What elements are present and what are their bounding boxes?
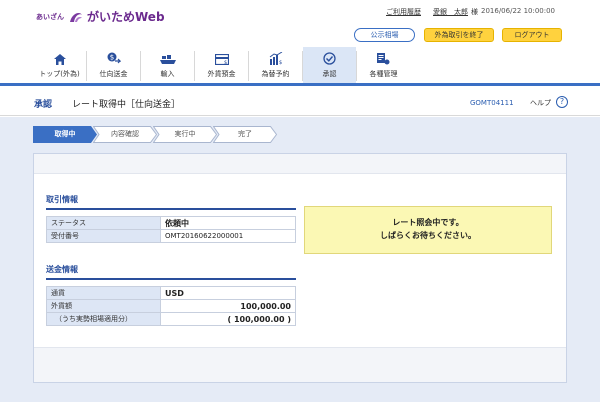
svg-text:$: $ — [279, 60, 282, 65]
management-icon — [357, 47, 410, 65]
remittance-icon: $ — [87, 47, 140, 65]
global-nav: トップ(外為) $ 仕向送金 輸入 $ 外貨預金 $ 為替予約 承認 各種管理 — [0, 47, 600, 86]
market-rate-portion-label: （うち実勢相場適用分） — [46, 312, 161, 326]
remit-info-heading: 送金情報 — [46, 264, 296, 280]
market-rate-portion-value: ( 100,000.00 ) — [160, 312, 296, 326]
progress-steps: 取得中 内容確認 実行中 完了 — [33, 126, 277, 143]
bank-logo[interactable]: あいざん がいためWeb — [36, 8, 165, 25]
logout-button[interactable]: ログアウト — [502, 28, 562, 42]
user-name-link[interactable]: 愛銀 太郎 — [433, 7, 468, 17]
remit-info-table: 通貨 USD 外貨額 100,000.00 （うち実勢相場適用分） ( 100,… — [46, 286, 296, 326]
panel-top-bar — [34, 154, 566, 174]
nav-item-import[interactable]: 輸入 — [141, 47, 194, 83]
svg-text:$: $ — [224, 60, 227, 65]
status-value: 依頼中 — [160, 216, 296, 230]
nav-item-label: 承認 — [322, 70, 337, 78]
nav-item-remittance[interactable]: $ 仕向送金 — [87, 47, 140, 83]
notice-line: レート照会中です。 — [392, 218, 464, 227]
trade-info-heading: 取引情報 — [46, 194, 296, 210]
nav-item-management[interactable]: 各種管理 — [357, 47, 410, 83]
step-executing: 実行中 — [153, 126, 217, 143]
currency-value: USD — [160, 286, 296, 300]
amount-label: 外貨額 — [46, 299, 161, 313]
nav-item-label: 輸入 — [160, 70, 175, 78]
step-label: 完了 — [238, 130, 252, 138]
help-link[interactable]: ヘルプ — [530, 98, 551, 108]
nav-item-label: 各種管理 — [369, 70, 398, 78]
step-label: 内容確認 — [111, 130, 139, 138]
svg-text:$: $ — [109, 54, 113, 62]
step-confirm: 内容確認 — [93, 126, 157, 143]
table-row: （うち実勢相場適用分） ( 100,000.00 ) — [46, 312, 296, 326]
logo-mark-icon — [68, 9, 84, 25]
work-area: 取得中 内容確認 実行中 完了 取引情報 ステータス 依頼中 受付番号 OMT2… — [0, 117, 600, 402]
page-title-bar: 承認 レート取得中［仕向送金］ GOMT04111 ヘルプ ? — [0, 89, 600, 116]
amount-value: 100,000.00 — [160, 299, 296, 313]
nav-item-label: 仕向送金 — [99, 70, 128, 78]
import-icon — [141, 47, 194, 65]
notice-line: しばらくお待ちください。 — [380, 231, 476, 240]
table-row: 受付番号 OMT20160622000001 — [46, 229, 296, 243]
panel-bottom-bar — [34, 347, 566, 382]
home-icon — [33, 47, 86, 65]
forward-contract-icon: $ — [249, 47, 302, 65]
main-panel: 取引情報 ステータス 依頼中 受付番号 OMT20160622000001 送金… — [33, 153, 567, 383]
nav-item-forward-contract[interactable]: $ 為替予約 — [249, 47, 302, 83]
history-link[interactable]: ご利用履歴 — [386, 7, 421, 17]
step-label: 実行中 — [174, 130, 196, 138]
receipt-number-value: OMT20160622000001 — [160, 229, 296, 243]
top-links: ご利用履歴 愛銀 太郎 様 2016/06/22 10:00:00 — [386, 7, 555, 17]
step-acquiring: 取得中 — [33, 126, 97, 143]
nav-item-label: 為替予約 — [261, 70, 290, 78]
end-fx-button[interactable]: 外為取引を終了 — [424, 28, 494, 42]
step-complete: 完了 — [213, 126, 277, 143]
rate-inquiry-notice: レート照会中です。 しばらくお待ちください。 — [304, 206, 552, 254]
table-row: 通貨 USD — [46, 286, 296, 300]
page-title: レート取得中［仕向送金］ — [72, 100, 181, 110]
page-category: 承認 — [34, 100, 53, 110]
nav-item-top[interactable]: トップ(外為) — [33, 47, 86, 83]
nav-item-approval[interactable]: 承認 — [303, 47, 356, 83]
currency-label: 通貨 — [46, 286, 161, 300]
user-suffix: 様 — [471, 8, 478, 16]
login-datetime: 2016/06/22 10:00:00 — [481, 7, 556, 15]
logo-name: がいためWeb — [87, 10, 165, 24]
screen-code: GOMT04111 — [470, 99, 514, 107]
logo-sub-text: あいざん — [36, 12, 64, 21]
status-label: ステータス — [46, 216, 161, 230]
nav-item-label: トップ(外為) — [39, 70, 80, 78]
header: あいざん がいためWeb ご利用履歴 愛銀 太郎 様 2016/06/22 10… — [0, 0, 600, 44]
deposit-icon: $ — [195, 47, 248, 65]
table-row: 外貨額 100,000.00 — [46, 299, 296, 313]
public-rates-button[interactable]: 公示相場 — [354, 28, 415, 42]
trade-info-table: ステータス 依頼中 受付番号 OMT20160622000001 — [46, 216, 296, 243]
table-row: ステータス 依頼中 — [46, 216, 296, 230]
nav-item-deposit[interactable]: $ 外貨預金 — [195, 47, 248, 83]
step-label: 取得中 — [54, 130, 76, 138]
help-icon[interactable]: ? — [556, 96, 568, 108]
approval-icon — [303, 47, 356, 65]
receipt-number-label: 受付番号 — [46, 229, 161, 243]
nav-item-label: 外貨預金 — [207, 70, 236, 78]
